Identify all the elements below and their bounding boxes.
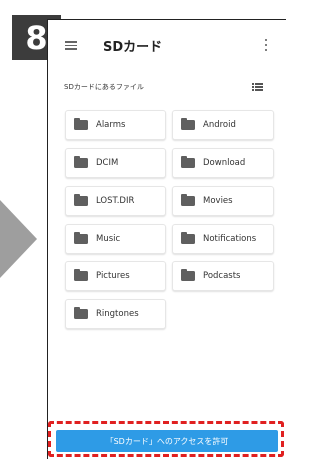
folder-podcasts[interactable]: Podcasts bbox=[172, 261, 274, 291]
folder-label: Ringtones bbox=[96, 309, 139, 319]
folder-label: Alarms bbox=[96, 120, 126, 130]
section-label: SDカードにあるファイル bbox=[64, 83, 144, 91]
phone-screen: SDカード SDカードにあるファイル Alarms Android DCIM D… bbox=[47, 19, 286, 459]
list-view-icon[interactable] bbox=[252, 83, 263, 91]
folder-icon bbox=[74, 194, 88, 206]
folder-label: Android bbox=[203, 120, 236, 130]
folder-icon bbox=[74, 269, 88, 281]
folder-label: Download bbox=[203, 158, 246, 168]
hamburger-menu-icon[interactable] bbox=[65, 41, 77, 50]
folder-label: LOST.DIR bbox=[96, 196, 135, 206]
folder-icon bbox=[181, 232, 195, 244]
folder-icon bbox=[181, 269, 195, 281]
folder-icon bbox=[74, 307, 88, 319]
folder-label: Pictures bbox=[96, 271, 130, 281]
folder-android[interactable]: Android bbox=[172, 110, 274, 140]
app-bar-title: SDカード bbox=[103, 40, 163, 55]
folder-download[interactable]: Download bbox=[172, 148, 274, 178]
folder-icon bbox=[181, 118, 195, 130]
folder-icon bbox=[74, 156, 88, 168]
allow-sd-card-access-button[interactable]: 「SDカード」へのアクセスを許可 bbox=[56, 430, 278, 452]
folder-label: Music bbox=[96, 234, 121, 244]
folder-icon bbox=[74, 118, 88, 130]
folder-label: Podcasts bbox=[203, 271, 241, 281]
folder-icon bbox=[74, 232, 88, 244]
folder-label: DCIM bbox=[96, 158, 119, 168]
folder-lost-dir[interactable]: LOST.DIR bbox=[65, 186, 166, 216]
folder-movies[interactable]: Movies bbox=[172, 186, 274, 216]
step-arrow-icon bbox=[0, 200, 37, 278]
folder-label: Notifications bbox=[203, 234, 257, 244]
folder-label: Movies bbox=[203, 196, 233, 206]
folder-dcim[interactable]: DCIM bbox=[65, 148, 166, 178]
folder-music[interactable]: Music bbox=[65, 224, 166, 254]
folder-icon bbox=[181, 156, 195, 168]
folder-alarms[interactable]: Alarms bbox=[65, 110, 166, 140]
more-vertical-icon[interactable] bbox=[264, 39, 268, 53]
folder-icon bbox=[181, 194, 195, 206]
folder-pictures[interactable]: Pictures bbox=[65, 261, 166, 291]
app-bar: SDカード bbox=[48, 20, 286, 70]
folder-ringtones[interactable]: Ringtones bbox=[65, 299, 166, 329]
folder-notifications[interactable]: Notifications bbox=[172, 224, 274, 254]
